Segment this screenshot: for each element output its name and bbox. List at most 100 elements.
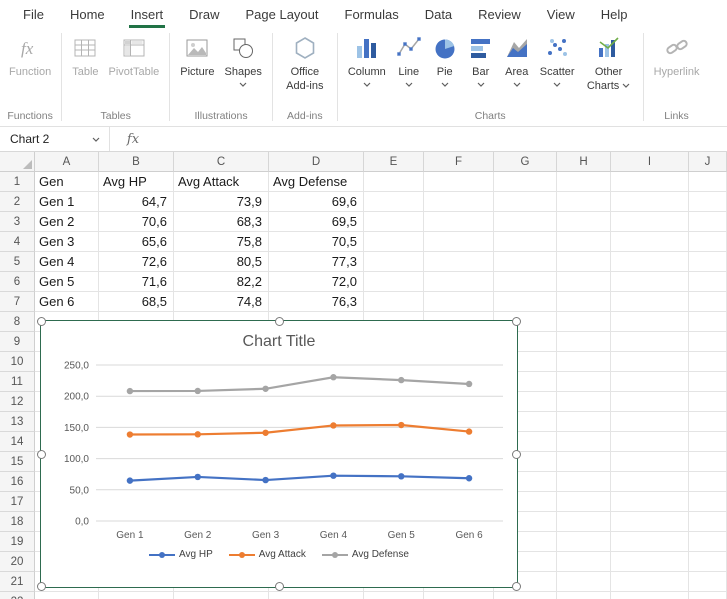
- function-button[interactable]: fx Function: [4, 28, 56, 102]
- formula-input[interactable]: [156, 127, 727, 151]
- cell-E2[interactable]: [364, 192, 424, 212]
- cell-H4[interactable]: [557, 232, 611, 252]
- cell-D6[interactable]: 72,0: [269, 272, 364, 292]
- cell-D7[interactable]: 76,3: [269, 292, 364, 312]
- cell-H20[interactable]: [557, 552, 611, 572]
- cell-A5[interactable]: Gen 4: [35, 252, 99, 272]
- cell-J6[interactable]: [689, 272, 727, 292]
- row-header-12[interactable]: 12: [0, 392, 35, 412]
- column-header-E[interactable]: E: [364, 152, 424, 172]
- cell-C3[interactable]: 68,3: [174, 212, 269, 232]
- column-header-C[interactable]: C: [174, 152, 269, 172]
- cell-A1[interactable]: Gen: [35, 172, 99, 192]
- select-all-corner[interactable]: [0, 152, 35, 172]
- cell-E5[interactable]: [364, 252, 424, 272]
- tab-formulas[interactable]: Formulas: [332, 0, 412, 28]
- cell-I21[interactable]: [611, 572, 689, 592]
- cell-J2[interactable]: [689, 192, 727, 212]
- cell-I1[interactable]: [611, 172, 689, 192]
- cell-H16[interactable]: [557, 472, 611, 492]
- cell-J11[interactable]: [689, 372, 727, 392]
- office-addins-button[interactable]: Office Add-ins: [278, 28, 332, 102]
- column-header-A[interactable]: A: [35, 152, 99, 172]
- tab-page-layout[interactable]: Page Layout: [233, 0, 332, 28]
- row-header-17[interactable]: 17: [0, 492, 35, 512]
- cell-G6[interactable]: [494, 272, 557, 292]
- cell-H6[interactable]: [557, 272, 611, 292]
- row-header-1[interactable]: 1: [0, 172, 35, 192]
- cell-B4[interactable]: 65,6: [99, 232, 174, 252]
- cell-A3[interactable]: Gen 2: [35, 212, 99, 232]
- row-header-2[interactable]: 2: [0, 192, 35, 212]
- cell-F2[interactable]: [424, 192, 494, 212]
- cell-C1[interactable]: Avg Attack: [174, 172, 269, 192]
- shapes-button[interactable]: Shapes: [220, 28, 267, 102]
- cell-A2[interactable]: Gen 1: [35, 192, 99, 212]
- cell-D4[interactable]: 70,5: [269, 232, 364, 252]
- cell-B1[interactable]: Avg HP: [99, 172, 174, 192]
- cell-C6[interactable]: 82,2: [174, 272, 269, 292]
- cell-F4[interactable]: [424, 232, 494, 252]
- cell-I5[interactable]: [611, 252, 689, 272]
- row-header-14[interactable]: 14: [0, 432, 35, 452]
- cell-G5[interactable]: [494, 252, 557, 272]
- cell-E22[interactable]: [364, 592, 424, 599]
- cell-I16[interactable]: [611, 472, 689, 492]
- cell-F1[interactable]: [424, 172, 494, 192]
- row-header-8[interactable]: 8: [0, 312, 35, 332]
- cell-G3[interactable]: [494, 212, 557, 232]
- row-header-18[interactable]: 18: [0, 512, 35, 532]
- column-header-F[interactable]: F: [424, 152, 494, 172]
- cell-H12[interactable]: [557, 392, 611, 412]
- cell-B5[interactable]: 72,6: [99, 252, 174, 272]
- cell-E7[interactable]: [364, 292, 424, 312]
- chart-resize-handle[interactable]: [37, 450, 46, 459]
- cell-B22[interactable]: [99, 592, 174, 599]
- hyperlink-button[interactable]: Hyperlink: [649, 28, 705, 102]
- cell-J20[interactable]: [689, 552, 727, 572]
- cell-D5[interactable]: 77,3: [269, 252, 364, 272]
- row-header-21[interactable]: 21: [0, 572, 35, 592]
- tab-insert[interactable]: Insert: [118, 0, 177, 28]
- column-header-H[interactable]: H: [557, 152, 611, 172]
- row-header-15[interactable]: 15: [0, 452, 35, 472]
- cell-I20[interactable]: [611, 552, 689, 572]
- cell-H11[interactable]: [557, 372, 611, 392]
- cell-H14[interactable]: [557, 432, 611, 452]
- cell-A22[interactable]: [35, 592, 99, 599]
- cell-J14[interactable]: [689, 432, 727, 452]
- cell-C2[interactable]: 73,9: [174, 192, 269, 212]
- cell-J3[interactable]: [689, 212, 727, 232]
- cell-J15[interactable]: [689, 452, 727, 472]
- cell-H18[interactable]: [557, 512, 611, 532]
- cell-G2[interactable]: [494, 192, 557, 212]
- row-header-6[interactable]: 6: [0, 272, 35, 292]
- cell-F6[interactable]: [424, 272, 494, 292]
- cell-J22[interactable]: [689, 592, 727, 599]
- cell-A6[interactable]: Gen 5: [35, 272, 99, 292]
- cell-F7[interactable]: [424, 292, 494, 312]
- cell-H19[interactable]: [557, 532, 611, 552]
- cell-H8[interactable]: [557, 312, 611, 332]
- cell-H3[interactable]: [557, 212, 611, 232]
- cell-D1[interactable]: Avg Defense: [269, 172, 364, 192]
- cell-A4[interactable]: Gen 3: [35, 232, 99, 252]
- row-header-19[interactable]: 19: [0, 532, 35, 552]
- cell-B3[interactable]: 70,6: [99, 212, 174, 232]
- cell-I8[interactable]: [611, 312, 689, 332]
- cell-C4[interactable]: 75,8: [174, 232, 269, 252]
- cell-J16[interactable]: [689, 472, 727, 492]
- row-header-11[interactable]: 11: [0, 372, 35, 392]
- cell-I3[interactable]: [611, 212, 689, 232]
- tab-home[interactable]: Home: [57, 0, 118, 28]
- cell-J1[interactable]: [689, 172, 727, 192]
- row-header-16[interactable]: 16: [0, 472, 35, 492]
- cell-I10[interactable]: [611, 352, 689, 372]
- cell-I15[interactable]: [611, 452, 689, 472]
- cell-D3[interactable]: 69,5: [269, 212, 364, 232]
- cell-H13[interactable]: [557, 412, 611, 432]
- cell-J19[interactable]: [689, 532, 727, 552]
- chart-resize-handle[interactable]: [275, 317, 284, 326]
- cell-F22[interactable]: [424, 592, 494, 599]
- cell-H2[interactable]: [557, 192, 611, 212]
